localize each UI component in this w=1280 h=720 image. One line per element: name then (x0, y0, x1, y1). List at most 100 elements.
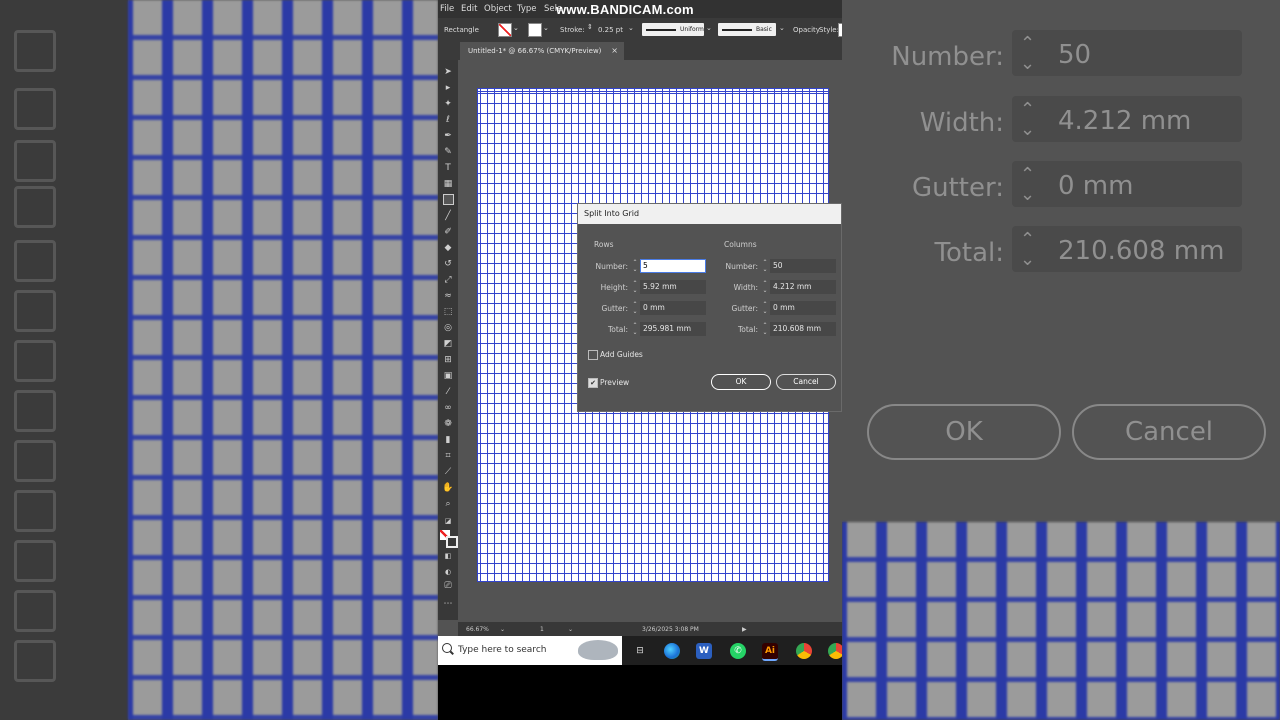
chevron-down-icon[interactable]: ⌄ (706, 24, 712, 32)
shaper-tool-icon[interactable]: ✐ (442, 226, 454, 238)
magic-wand-icon[interactable]: ✦ (442, 98, 454, 110)
rotate-tool-icon[interactable]: ↺ (442, 258, 454, 270)
type-tool-icon[interactable]: T (442, 162, 454, 174)
menu-file[interactable]: File (440, 4, 454, 14)
illustrator-icon[interactable]: Ai (762, 643, 778, 661)
stroke-weight[interactable]: 0.25 pt (598, 26, 623, 34)
preview-label[interactable]: Preview (600, 378, 629, 387)
chevron-down-icon[interactable]: ⌄ (628, 24, 634, 32)
chevron-down-icon[interactable]: ⌄ (543, 24, 549, 32)
rows-gutter-input[interactable]: 0 mm (640, 301, 706, 315)
fill-swatch[interactable] (498, 23, 512, 37)
word-icon[interactable]: W (696, 643, 712, 659)
menu-object[interactable]: Object (484, 4, 512, 14)
brush-definition[interactable]: Basic (718, 23, 776, 36)
columns-number-input[interactable]: 50 (770, 259, 836, 273)
spinner-icon[interactable]: ⌃ ⌄ (760, 259, 770, 273)
chevron-down-icon[interactable]: ⌄ (779, 24, 785, 32)
paintbrush-tool-icon[interactable]: ╱ (442, 210, 454, 222)
dialog-title[interactable]: Split Into Grid (578, 204, 841, 224)
add-guides-checkbox[interactable] (588, 350, 598, 360)
tools-panel: ➤ ▸ ✦ ℓ ✒ ✎ T ▦ ╱ ✐ ◆ ↺ ⤢ ≈ ⬚ ◎ ◩ ⊞ ▣ ⁄ … (438, 60, 458, 620)
menu-type[interactable]: Type (517, 4, 537, 14)
blurred-tool-icon (14, 590, 56, 632)
columns-gutter-input[interactable]: 0 mm (770, 301, 836, 315)
rows-height-input[interactable]: 5.92 mm (640, 280, 706, 294)
variable-width-profile[interactable]: Uniform (642, 23, 704, 36)
mesh-tool-icon[interactable]: ⊞ (442, 354, 454, 366)
grid-tool-icon[interactable]: ▦ (442, 178, 454, 190)
add-guides-label[interactable]: Add Guides (600, 350, 643, 359)
spinner-icon[interactable]: ⌃ ⌄ (760, 280, 770, 294)
close-icon[interactable]: × (611, 42, 618, 60)
artboard-number[interactable]: 1 (540, 626, 544, 633)
taskbar-search[interactable]: Type here to search (438, 636, 622, 665)
draw-mode-icon[interactable]: ◐ (442, 566, 454, 578)
blurred-tool-icon (14, 240, 56, 282)
chevron-down-icon[interactable]: ⌄ (513, 24, 519, 32)
color-mode-icon[interactable]: ◧ (442, 550, 454, 562)
preview-checkbox[interactable]: ✔ (588, 378, 598, 388)
columns-total-input[interactable]: 210.608 mm (770, 322, 836, 336)
columns-width-input[interactable]: 4.212 mm (770, 280, 836, 294)
opacity-label[interactable]: Opacity (793, 26, 820, 34)
stroke-color-icon[interactable] (446, 536, 458, 548)
direct-selection-tool-icon[interactable]: ▸ (442, 82, 454, 94)
spinner-icon[interactable]: ⌃ ⌄ (630, 259, 640, 273)
eraser-tool-icon[interactable]: ◆ (442, 242, 454, 254)
symbol-sprayer-icon[interactable]: ❁ (442, 418, 454, 430)
rows-total-input[interactable]: 295.981 mm (640, 322, 706, 336)
play-icon[interactable]: ▶ (742, 626, 747, 633)
rows-total-label: Total: (607, 325, 628, 334)
rectangle-tool-icon[interactable] (443, 194, 454, 205)
chevron-down-icon[interactable]: ⌄ (568, 626, 573, 633)
rows-label: Rows (594, 240, 614, 249)
spinner-icon[interactable]: ⌃ ⌄ (630, 301, 640, 315)
more-tools-icon[interactable]: ⋯ (442, 598, 454, 610)
rows-height-label: Height: (600, 283, 628, 292)
chrome-icon[interactable] (796, 643, 812, 659)
status-bar: 66.67% ⌄ 1 ⌄ 3/26/2025 3:08 PM ▶ (458, 622, 842, 636)
whatsapp-icon[interactable]: ✆ (730, 643, 746, 659)
curvature-tool-icon[interactable]: ✎ (442, 146, 454, 158)
blurred-right-background: Number: ⌃ ⌄ 50 Width: ⌃ ⌄ 4.212 mm Gutter:… (842, 0, 1280, 720)
hand-tool-icon[interactable]: ✋ (442, 482, 454, 494)
eyedropper-icon[interactable]: ⁄ (442, 386, 454, 398)
rows-number-input[interactable]: 5 (640, 259, 706, 273)
selection-tool-icon[interactable]: ➤ (442, 66, 454, 78)
blurred-tool-icon (14, 390, 56, 432)
chrome-icon[interactable] (828, 643, 842, 659)
cancel-button[interactable]: Cancel (776, 374, 836, 390)
screen-mode-icon[interactable]: ⎚ (442, 580, 454, 592)
perspective-grid-icon[interactable]: ◩ (442, 338, 454, 350)
slice-tool-icon[interactable]: ⟋ (442, 466, 454, 478)
artboard-tool-icon[interactable]: ⌗ (442, 450, 454, 462)
spinner-icon[interactable]: ⇕ (587, 23, 593, 31)
blurred-grid (128, 0, 438, 720)
document-tab[interactable]: Untitled-1* @ 66.67% (CMYK/Preview) × (460, 42, 624, 60)
stroke-swatch[interactable] (528, 23, 542, 37)
gradient-tool-icon[interactable]: ▣ (442, 370, 454, 382)
spinner-icon[interactable]: ⌃ ⌄ (760, 301, 770, 315)
zoom-level[interactable]: 66.67% (466, 626, 489, 633)
pen-tool-icon[interactable]: ✒ (442, 130, 454, 142)
graph-tool-icon[interactable]: ▮ (442, 434, 454, 446)
warp-tool-icon[interactable]: ≈ (442, 290, 454, 302)
edge-icon[interactable] (664, 643, 680, 659)
style-swatch[interactable] (838, 23, 842, 37)
ok-button[interactable]: OK (711, 374, 771, 390)
menu-edit[interactable]: Edit (461, 4, 477, 14)
zoom-tool-icon[interactable]: ⌕ (442, 498, 454, 510)
zoomed-width-label: Width: (919, 108, 1004, 138)
lasso-tool-icon[interactable]: ℓ (442, 114, 454, 126)
free-transform-icon[interactable]: ⬚ (442, 306, 454, 318)
scale-tool-icon[interactable]: ⤢ (442, 274, 454, 286)
default-colors-icon[interactable]: ◪ (442, 515, 454, 527)
spinner-icon[interactable]: ⌃ ⌄ (630, 322, 640, 336)
spinner-icon[interactable]: ⌃ ⌄ (630, 280, 640, 294)
blend-tool-icon[interactable]: ∞ (442, 402, 454, 414)
task-view-icon[interactable]: ⊟ (632, 643, 648, 659)
shape-builder-icon[interactable]: ◎ (442, 322, 454, 334)
spinner-icon[interactable]: ⌃ ⌄ (760, 322, 770, 336)
chevron-down-icon[interactable]: ⌄ (500, 626, 505, 633)
